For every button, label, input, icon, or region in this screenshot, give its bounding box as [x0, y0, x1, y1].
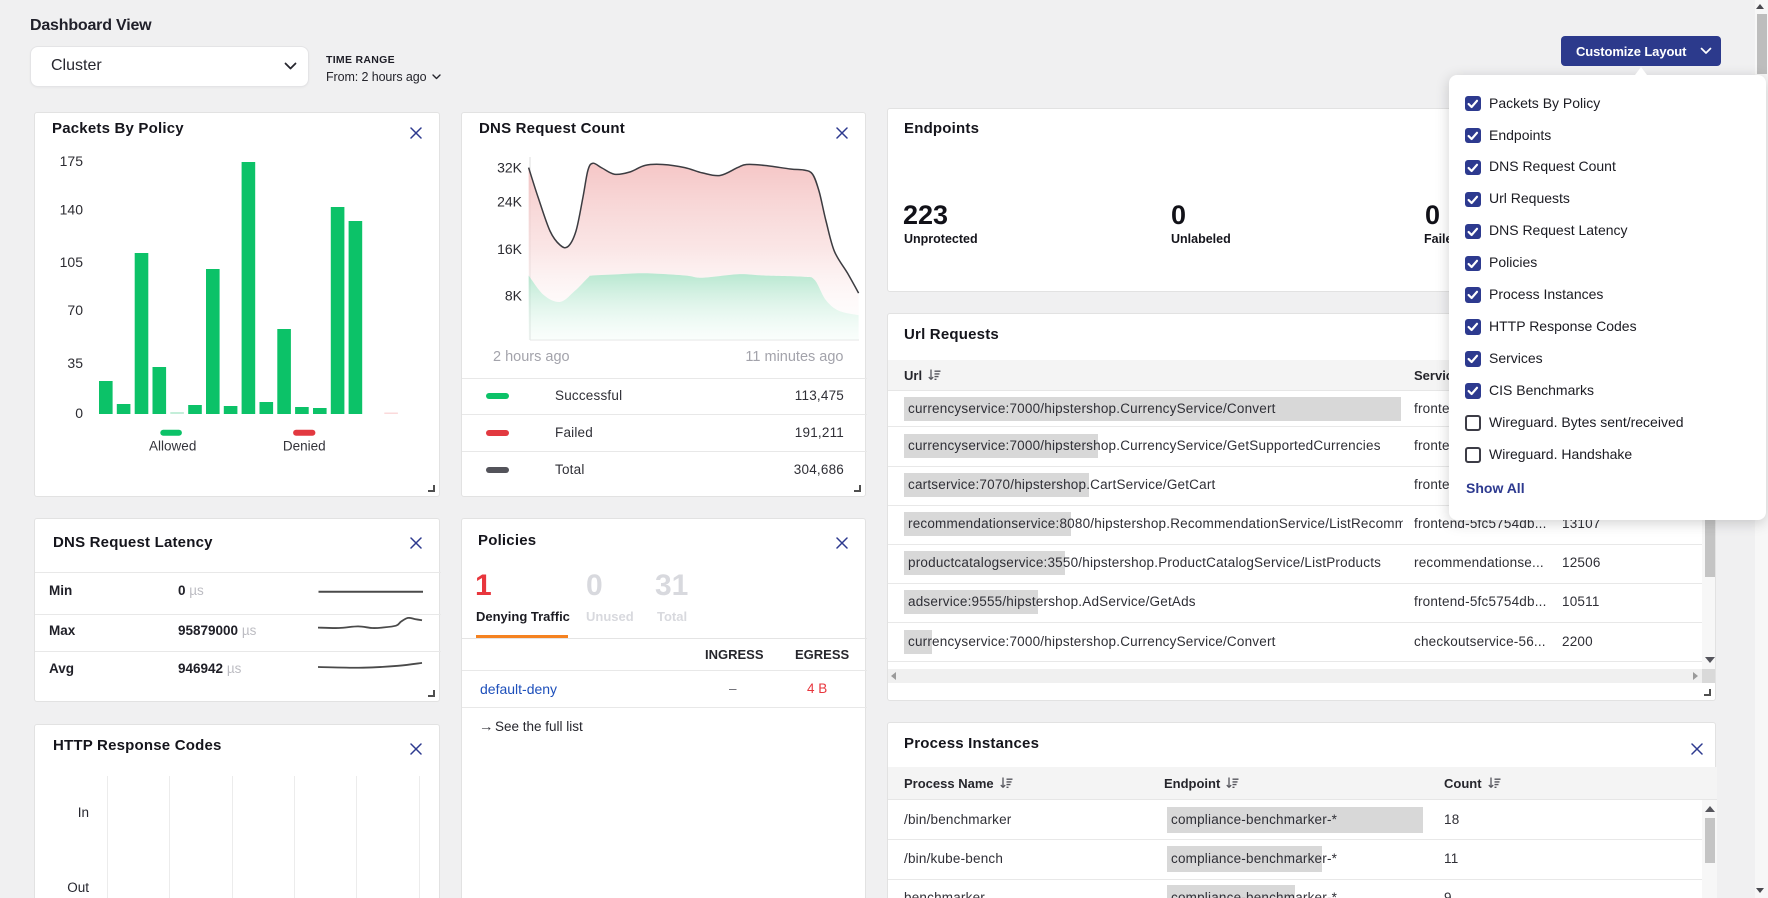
svg-text:2 hours ago: 2 hours ago — [493, 349, 570, 365]
svg-text:24K: 24K — [497, 194, 523, 210]
svg-text:32K: 32K — [497, 160, 523, 176]
svg-text:Allowed: Allowed — [149, 439, 196, 454]
svg-text:Denied: Denied — [283, 439, 326, 454]
svg-text:70: 70 — [67, 302, 83, 318]
svg-text:16K: 16K — [497, 241, 523, 257]
svg-text:175: 175 — [60, 153, 84, 169]
svg-text:8K: 8K — [505, 288, 523, 304]
svg-text:0: 0 — [75, 405, 83, 421]
svg-text:35: 35 — [67, 355, 83, 371]
svg-text:11 minutes ago: 11 minutes ago — [745, 349, 843, 365]
svg-text:140: 140 — [60, 202, 84, 218]
svg-text:105: 105 — [60, 254, 84, 270]
